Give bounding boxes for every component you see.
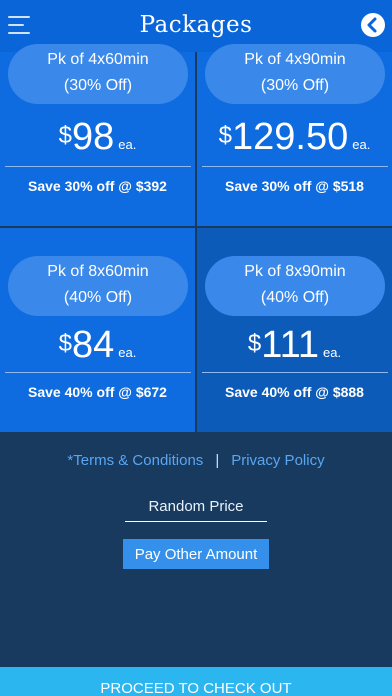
package-discount: (40% Off) xyxy=(260,289,330,306)
package-grid: Pk of 4x60min (30% Off) $98 ea. Save 30% … xyxy=(0,44,392,432)
currency-symbol: $ xyxy=(58,122,72,149)
package-discount: (30% Off) xyxy=(63,77,133,94)
terms-link[interactable]: *Terms & Conditions xyxy=(67,452,203,469)
price-amount: 111 xyxy=(261,324,320,366)
currency-symbol: $ xyxy=(218,122,233,149)
package-card-8x90[interactable]: Pk of 8x90min (40% Off) $111 ea. Save 40%… xyxy=(197,228,392,432)
package-name: Pk of 4x90min xyxy=(244,51,346,68)
price-unit: ea. xyxy=(323,345,342,360)
package-price: $111 ea. xyxy=(197,324,392,367)
package-card-4x60[interactable]: Pk of 4x60min (30% Off) $98 ea. Save 30% … xyxy=(0,44,195,226)
package-card-8x60[interactable]: Pk of 8x60min (40% Off) $84 ea. Save 40% … xyxy=(0,228,195,432)
divider xyxy=(5,166,191,167)
package-discount: (30% Off) xyxy=(260,77,330,94)
package-price: $84 ea. xyxy=(0,324,195,367)
random-price-input[interactable] xyxy=(125,492,267,522)
price-amount: 98 xyxy=(72,116,115,158)
price-unit: ea. xyxy=(118,137,137,152)
divider xyxy=(5,372,191,373)
divider xyxy=(202,166,388,167)
privacy-link[interactable]: Privacy Policy xyxy=(231,452,324,469)
back-chevron-icon[interactable] xyxy=(361,13,385,37)
currency-symbol: $ xyxy=(247,330,262,357)
page-title: Packages xyxy=(139,12,253,38)
link-separator: | xyxy=(215,452,220,469)
price-amount: 129.50 xyxy=(232,116,349,158)
package-savings: Save 40% off @ $672 xyxy=(28,384,167,400)
divider xyxy=(202,372,388,373)
package-label-pill: Pk of 4x60min (30% Off) xyxy=(8,44,188,104)
package-card-4x90[interactable]: Pk of 4x90min (30% Off) $129.50 ea. Save … xyxy=(197,44,392,226)
package-name: Pk of 4x60min xyxy=(47,51,149,68)
package-discount: (40% Off) xyxy=(63,289,133,306)
package-price: $98 ea. xyxy=(0,116,195,159)
price-unit: ea. xyxy=(118,345,137,360)
price-amount: 84 xyxy=(72,324,115,366)
legal-links: *Terms & Conditions | Privacy Policy xyxy=(0,452,392,469)
currency-symbol: $ xyxy=(58,330,72,357)
package-savings: Save 30% off @ $392 xyxy=(28,178,167,194)
package-name: Pk of 8x60min xyxy=(47,263,149,280)
pay-other-amount-button[interactable]: Pay Other Amount xyxy=(123,539,269,569)
package-label-pill: Pk of 4x90min (30% Off) xyxy=(205,44,385,104)
package-savings: Save 30% off @ $518 xyxy=(225,178,364,194)
price-unit: ea. xyxy=(352,137,371,152)
package-name: Pk of 8x90min xyxy=(244,263,346,280)
package-savings: Save 40% off @ $888 xyxy=(225,384,364,400)
proceed-to-checkout-button[interactable]: PROCEED TO CHECK OUT xyxy=(0,667,392,696)
package-price: $129.50 ea. xyxy=(197,116,392,159)
package-label-pill: Pk of 8x90min (40% Off) xyxy=(205,256,385,316)
package-label-pill: Pk of 8x60min (40% Off) xyxy=(8,256,188,316)
